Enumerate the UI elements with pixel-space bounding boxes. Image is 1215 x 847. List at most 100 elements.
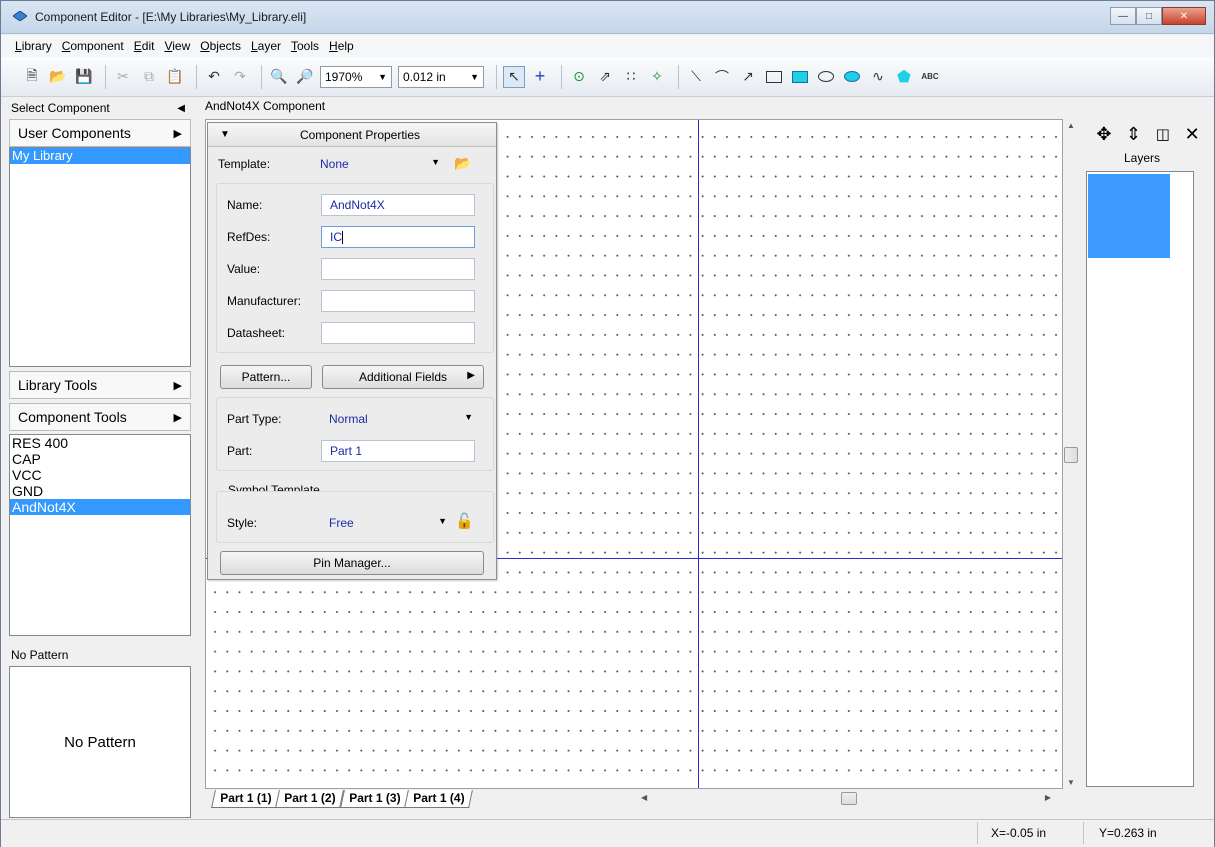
additional-fields-button[interactable]: Additional Fields ▶: [322, 365, 484, 389]
component-item-selected[interactable]: AndNot4X: [10, 499, 190, 515]
pattern-preview: No Pattern: [9, 666, 191, 818]
component-item[interactable]: GND: [10, 483, 190, 499]
pin-manager-button[interactable]: Pin Manager...: [220, 551, 484, 575]
polyline-icon[interactable]: ∿: [867, 66, 889, 88]
pin-matrix-icon[interactable]: ∷: [620, 66, 642, 88]
new-file-icon[interactable]: 🗎: [21, 66, 43, 88]
menu-library[interactable]: Library: [15, 39, 52, 53]
component-editor-window: Component Editor - [E:\My Libraries\My_L…: [0, 0, 1215, 847]
library-item-my-library[interactable]: My Library: [10, 148, 190, 164]
style-dropdown[interactable]: Free ▼: [321, 512, 449, 534]
up-down-icon[interactable]: ⇕: [1126, 124, 1141, 145]
zoom-in-icon[interactable]: 🔍: [268, 66, 290, 88]
paste-icon[interactable]: 📋: [164, 66, 186, 88]
rectangle-icon[interactable]: [763, 66, 785, 88]
datasheet-field[interactable]: [321, 322, 475, 344]
zoom-out-icon[interactable]: 🔎: [294, 66, 316, 88]
component-list: RES 400 CAP VCC GND AndNot4X: [9, 434, 191, 636]
layer-swatch[interactable]: [1088, 174, 1170, 258]
scroll-left-icon[interactable]: ◀: [641, 793, 647, 802]
zoom-value: 1970%: [325, 69, 363, 84]
save-icon[interactable]: 💾: [73, 66, 95, 88]
component-properties-panel: ▼ Component Properties Template: None ▼ …: [207, 122, 497, 580]
menu-objects[interactable]: Objects: [200, 39, 241, 53]
properties-title: Component Properties: [299, 127, 421, 142]
arc-icon[interactable]: ⌒: [711, 66, 733, 88]
component-tools-header[interactable]: Component Tools ▶: [9, 403, 191, 431]
expand-arrow-icon: ▶: [173, 411, 182, 424]
refdes-field[interactable]: IC: [321, 226, 475, 248]
menu-tools[interactable]: Tools: [291, 39, 319, 53]
chevron-down-icon: ▼: [464, 412, 473, 422]
redo-icon[interactable]: ↷: [229, 66, 251, 88]
move-icon[interactable]: ✥: [1096, 124, 1111, 145]
component-item[interactable]: RES 400: [10, 435, 190, 451]
pattern-header-label: No Pattern: [11, 648, 69, 662]
name-field[interactable]: AndNot4X: [321, 194, 475, 216]
zoom-combo[interactable]: 1970% ▼: [320, 65, 392, 88]
component-item[interactable]: VCC: [10, 467, 190, 483]
menu-help[interactable]: Help: [329, 39, 354, 53]
collapse-triangle-icon[interactable]: ▼: [220, 129, 230, 140]
user-components-header[interactable]: User Components ▶: [9, 119, 191, 147]
horizontal-scrollbar[interactable]: ◀ ▶: [629, 791, 1063, 807]
layers-title: Layers: [1123, 151, 1161, 165]
library-tools-header[interactable]: Library Tools ▶: [9, 371, 191, 399]
pin-icon[interactable]: ⊙: [568, 66, 590, 88]
menu-edit[interactable]: Edit: [134, 39, 155, 53]
filled-ellipse-icon[interactable]: [841, 66, 863, 88]
text-icon[interactable]: ABC: [919, 66, 941, 88]
manufacturer-field[interactable]: [321, 290, 475, 312]
name-row: Name: AndNot4X: [217, 194, 493, 218]
scroll-right-icon[interactable]: ▶: [1045, 793, 1051, 802]
copy-icon[interactable]: ⧉: [138, 66, 160, 88]
scroll-up-icon[interactable]: ▲: [1067, 121, 1075, 130]
scroll-down-icon[interactable]: ▼: [1067, 778, 1075, 787]
cross-cursor-icon[interactable]: +: [529, 66, 551, 88]
ellipse-icon[interactable]: [815, 66, 837, 88]
style-row: Style: Free ▼ 🔓: [217, 512, 493, 536]
horizontal-scroll-thumb[interactable]: [841, 792, 857, 805]
arrow-line-icon[interactable]: ↗: [737, 66, 759, 88]
layer-properties-icon[interactable]: ◫: [1156, 125, 1170, 143]
close-icon[interactable]: ✕: [1162, 7, 1206, 25]
template-dropdown[interactable]: None ▼: [312, 153, 442, 175]
tab-part-1-2[interactable]: Part 1 (2): [275, 790, 345, 808]
properties-header[interactable]: ▼ Component Properties: [208, 123, 496, 147]
component-item[interactable]: CAP: [10, 451, 190, 467]
polygon-icon[interactable]: ⬟: [893, 66, 915, 88]
tab-label: Part 1 (4): [413, 791, 465, 805]
tab-part-1-1[interactable]: Part 1 (1): [211, 790, 281, 808]
unlock-icon[interactable]: 🔓: [455, 512, 474, 530]
menu-layer[interactable]: Layer: [251, 39, 281, 53]
window-title: Component Editor - [E:\My Libraries\My_L…: [35, 10, 307, 24]
undo-icon[interactable]: ↶: [203, 66, 225, 88]
pattern-button[interactable]: Pattern...: [220, 365, 312, 389]
select-pointer-icon[interactable]: ↖: [503, 65, 525, 88]
user-components-label: User Components: [18, 125, 131, 141]
title-bar: Component Editor - [E:\My Libraries\My_L…: [1, 1, 1214, 34]
pin-move-icon[interactable]: ✧: [646, 66, 668, 88]
vertical-scrollbar[interactable]: ▲ ▼: [1063, 119, 1080, 789]
filled-rectangle-icon[interactable]: [789, 66, 811, 88]
value-field[interactable]: [321, 258, 475, 280]
pin-array-icon[interactable]: ⇗: [594, 66, 616, 88]
menu-view[interactable]: View: [164, 39, 190, 53]
tab-part-1-3[interactable]: Part 1 (3): [339, 790, 409, 808]
tab-part-1-4[interactable]: Part 1 (4): [404, 790, 474, 808]
close-icon[interactable]: ✕: [1185, 124, 1200, 145]
line-icon[interactable]: ⟍: [685, 66, 707, 88]
menu-component[interactable]: Component: [62, 39, 124, 53]
part-field[interactable]: Part 1: [321, 440, 475, 462]
open-folder-icon[interactable]: 📂: [47, 66, 69, 88]
vertical-scroll-thumb[interactable]: [1064, 447, 1078, 463]
main-toolbar: 🗎 📂 💾 ✂ ⧉ 📋 ↶ ↷ 🔍 🔎 1970% ▼ 0.012 in ▼ ↖…: [1, 57, 1214, 97]
open-folder-icon[interactable]: 📂: [454, 155, 471, 172]
cut-icon[interactable]: ✂: [112, 66, 134, 88]
maximize-icon[interactable]: □: [1136, 7, 1162, 25]
part-type-dropdown[interactable]: Normal ▼: [321, 408, 475, 430]
grid-combo[interactable]: 0.012 in ▼: [398, 65, 484, 88]
collapse-left-icon[interactable]: ◀: [177, 103, 185, 114]
minimize-icon[interactable]: —: [1110, 7, 1136, 25]
refdes-value: IC: [330, 230, 342, 244]
